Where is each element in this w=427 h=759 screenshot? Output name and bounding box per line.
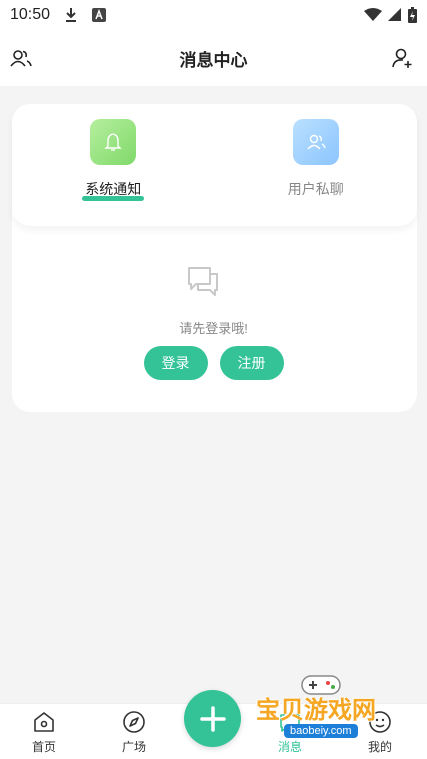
header: 消息中心	[0, 30, 427, 86]
app-a-icon	[92, 8, 107, 22]
plus-icon	[199, 705, 226, 732]
chat-bubble-icon	[188, 267, 218, 296]
users-icon	[307, 134, 326, 150]
status-system-icons	[364, 7, 417, 23]
contacts-icon[interactable]	[10, 47, 32, 69]
system-notice-icon-box	[90, 119, 137, 165]
nav-plaza[interactable]: 广场	[109, 710, 159, 755]
signal-icon	[388, 8, 401, 21]
login-prompt: 请先登录哦!	[179, 321, 248, 336]
status-notification-icons	[64, 7, 107, 23]
register-button[interactable]: 注册	[219, 346, 284, 380]
add-post-button[interactable]	[184, 690, 241, 747]
status-bar: 10:50	[0, 0, 427, 30]
page-title: 消息中心	[179, 50, 248, 70]
download-icon	[66, 8, 77, 22]
user-chat-icon-box	[292, 119, 339, 165]
battery-icon	[408, 7, 417, 23]
active-tab-indicator	[82, 196, 145, 201]
nav-plaza-label: 广场	[121, 740, 146, 754]
compass-icon	[123, 711, 145, 733]
watermark-text: 宝贝游戏网	[256, 697, 376, 724]
tab-user-chat[interactable]: 用户私聊	[215, 104, 418, 226]
nav-home-label: 首页	[31, 740, 56, 754]
watermark-url: baobeiy.com	[284, 724, 358, 738]
tab-system-notice[interactable]: 系统通知	[12, 104, 215, 226]
nav-home[interactable]: 首页	[19, 710, 69, 755]
watermark: 宝贝游戏网 baobeiy.com	[250, 672, 400, 752]
login-button[interactable]: 登录	[143, 346, 208, 380]
home-icon	[34, 712, 54, 732]
tab-label-user-chat: 用户私聊	[287, 181, 344, 197]
bell-icon	[104, 133, 122, 151]
message-tabs: 系统通知 用户私聊	[12, 104, 417, 226]
wifi-icon	[364, 8, 382, 21]
add-user-icon[interactable]	[391, 47, 413, 69]
auth-buttons: 登录 注册	[0, 346, 427, 380]
status-time: 10:50	[10, 6, 51, 23]
